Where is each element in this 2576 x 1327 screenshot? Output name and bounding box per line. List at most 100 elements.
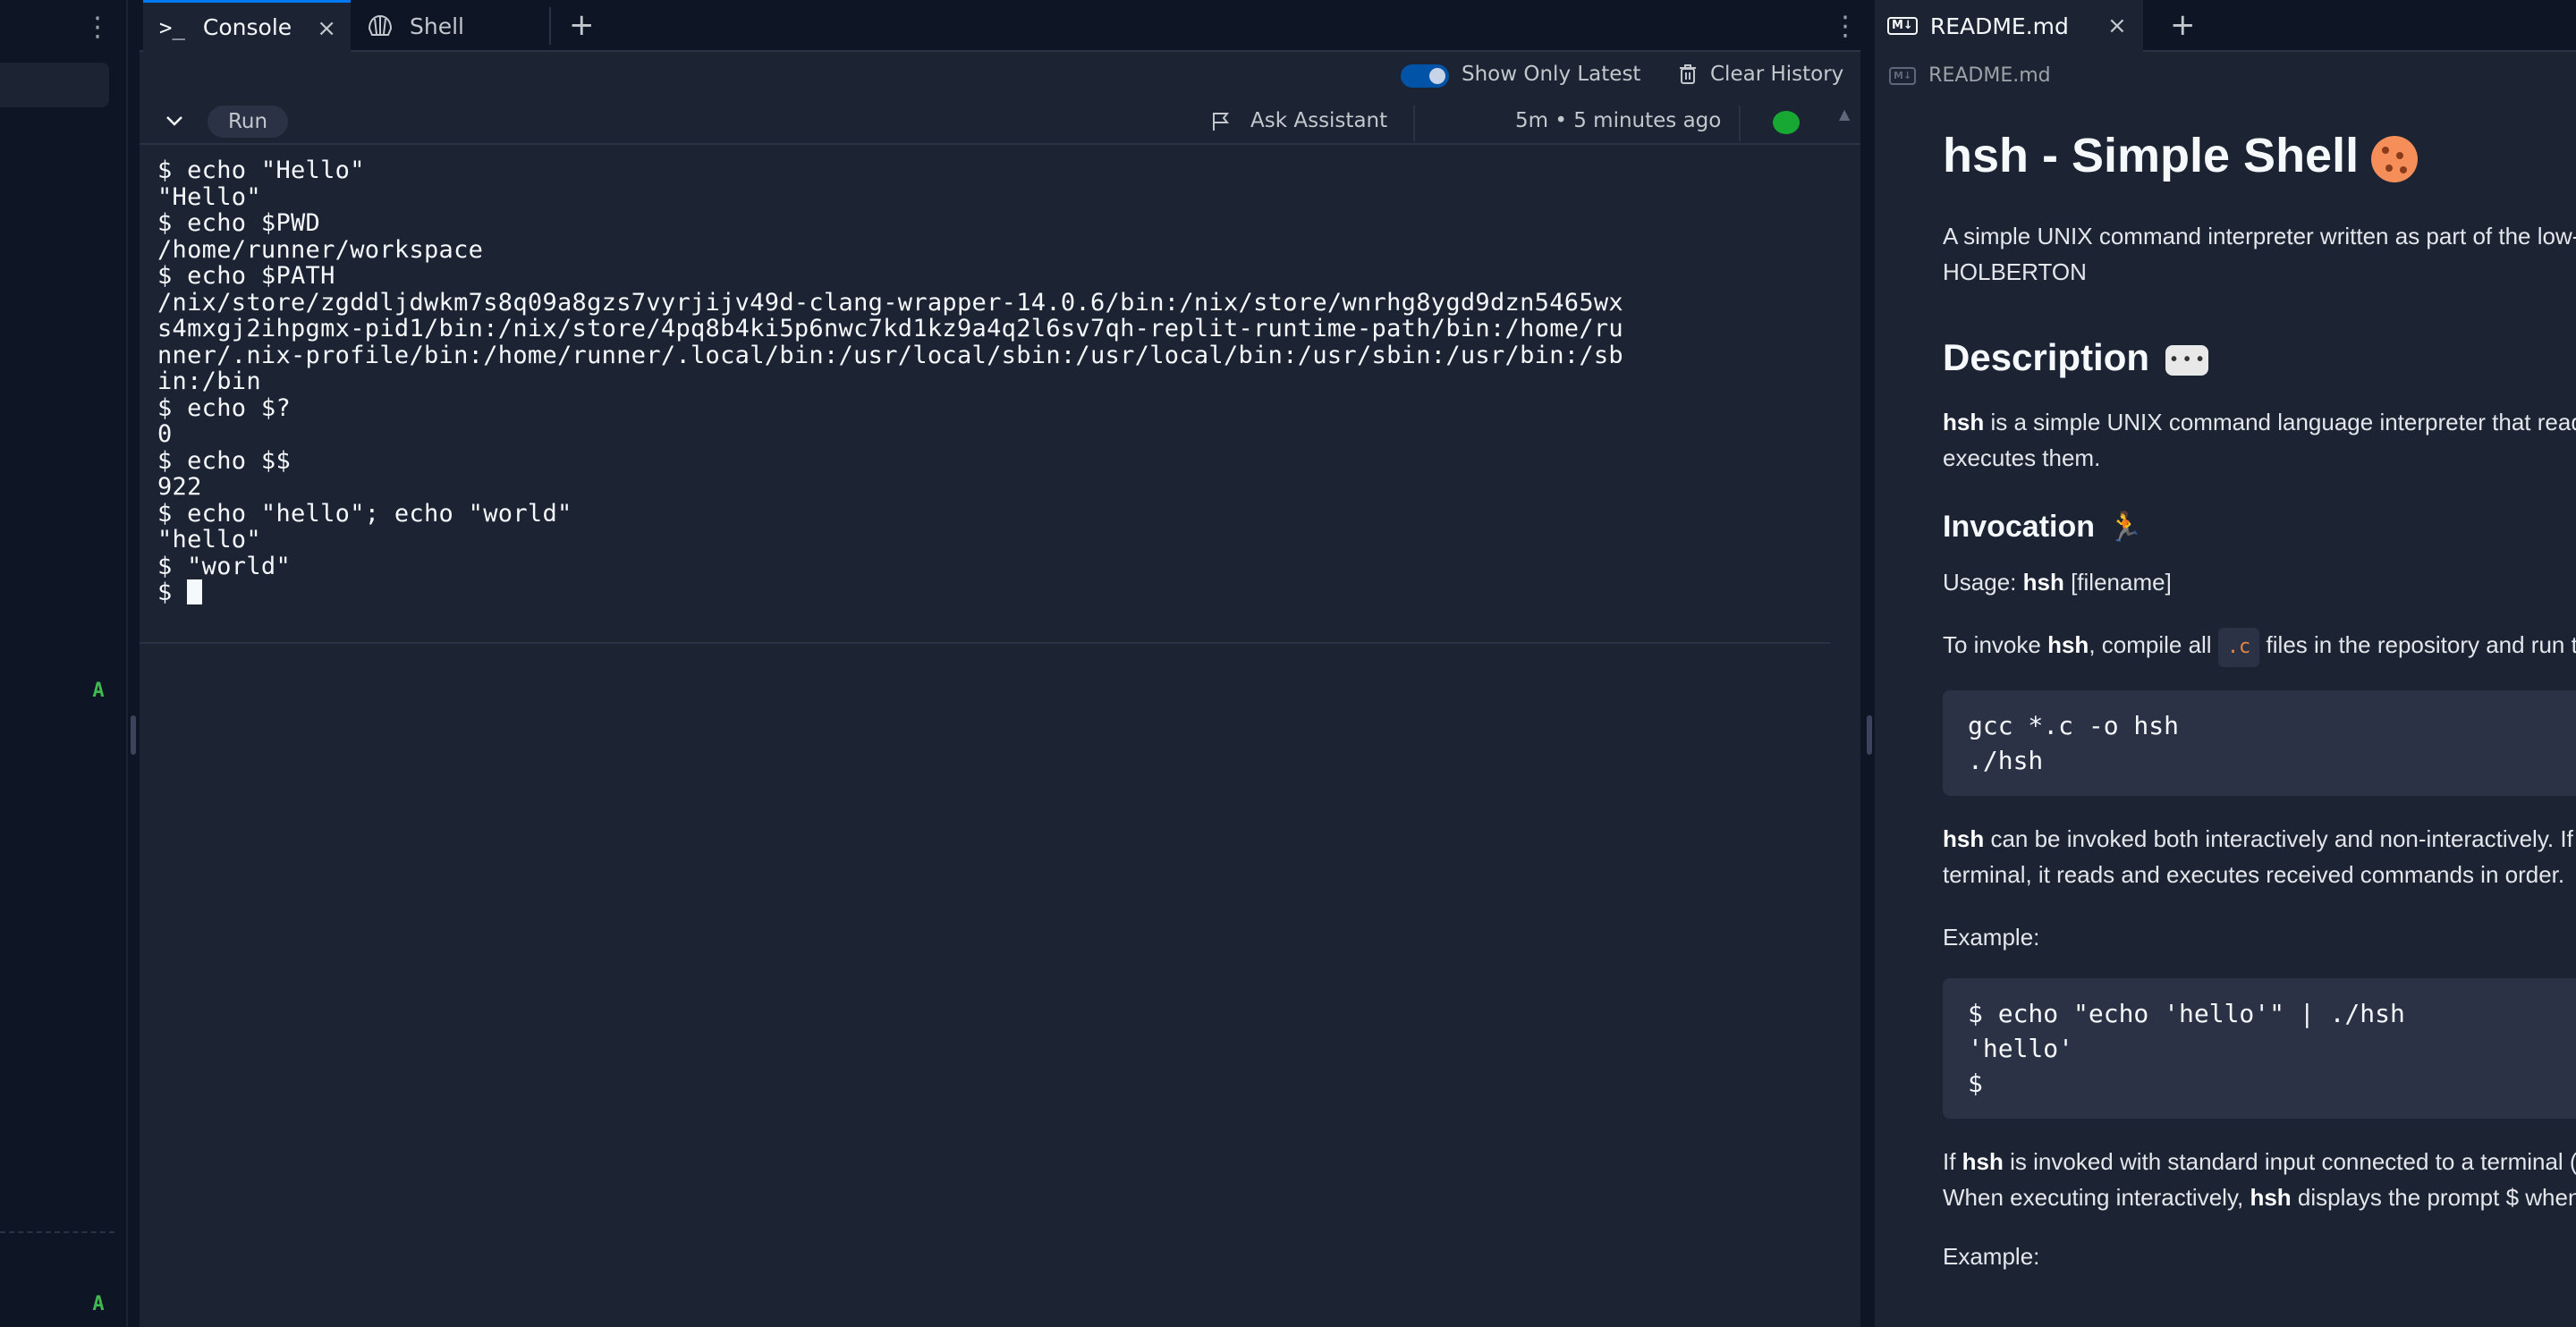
- console-line: $ echo $$: [157, 446, 291, 475]
- show-only-latest-toggle[interactable]: [1401, 64, 1449, 88]
- console-output[interactable]: $ echo "Hello" "Hello" $ echo $PWD/home/ru…: [157, 157, 1839, 579]
- readme-content: hsh - Simple Shell A simple UNIX command…: [1943, 114, 2576, 1274]
- code-block[interactable]: gcc *.c -o hsh ./hsh: [1943, 690, 2576, 796]
- console-line: $ "world": [157, 552, 291, 580]
- markdown-icon: M↓: [1887, 17, 1918, 35]
- paragraph-text: is invoked with standard input connected…: [2010, 1148, 2576, 1175]
- readme-pane: M↓ README.md × + M↓ README.md hsh - Simp…: [1875, 0, 2576, 1327]
- modes-paragraph: hsh can be invoked both interactively an…: [1943, 821, 2576, 892]
- console-line: 0: [157, 420, 173, 448]
- run-bar-divider: [1739, 106, 1741, 141]
- paragraph-text: is a simple UNIX command language interp…: [1990, 409, 2576, 435]
- file-tree-strip: ⋮ A A: [0, 0, 128, 1327]
- console-line: $ echo $?: [157, 393, 291, 422]
- running-person-icon: 🏃: [2107, 511, 2143, 543]
- pane-resize-handle[interactable]: [131, 715, 136, 755]
- readme-intro: A simple UNIX command interpreter writte…: [1943, 218, 2576, 290]
- selected-file-row[interactable]: [0, 63, 109, 107]
- bold-text: hsh: [1943, 825, 1985, 852]
- code-line: 'hello': [1968, 1034, 2074, 1063]
- tab-label: Shell: [410, 13, 464, 39]
- tree-divider: [0, 1231, 114, 1233]
- trash-icon[interactable]: [1678, 63, 1698, 86]
- invoke-line: To invoke hsh, compile all .c files in t…: [1943, 627, 2576, 667]
- breadcrumb: M↓ README.md: [1889, 64, 2051, 87]
- pane-resize-handle[interactable]: [1867, 715, 1872, 755]
- run-bar: Run Ask Assistant 5m • 5 minutes ago ▲: [140, 98, 1860, 145]
- code-line: gcc *.c -o hsh: [1968, 711, 2180, 740]
- description-heading: Description: [1943, 336, 2576, 379]
- console-prompt-line[interactable]: $: [157, 579, 1839, 606]
- paragraph-text: , compile all: [2089, 631, 2218, 658]
- git-added-badge: A: [92, 680, 105, 702]
- markdown-icon: M↓: [1889, 66, 1917, 85]
- ask-assistant-icon[interactable]: [1209, 110, 1233, 133]
- paragraph-text: [filename]: [2063, 569, 2172, 596]
- example-label: Example:: [1943, 924, 2040, 951]
- interactive-paragraph: If hsh is invoked with standard input co…: [1943, 1144, 2576, 1215]
- inline-code: .c: [2217, 628, 2260, 667]
- bold-text: hsh: [2047, 631, 2089, 658]
- add-tab-icon[interactable]: +: [569, 7, 595, 43]
- ask-assistant-button[interactable]: Ask Assistant: [1250, 109, 1387, 132]
- run-bar-divider: [1413, 106, 1415, 141]
- console-line: 922: [157, 473, 202, 501]
- console-line: "Hello": [157, 182, 261, 211]
- text-cursor: [187, 579, 203, 604]
- bold-text: hsh: [1962, 1148, 2004, 1175]
- bold-text: hsh: [2022, 569, 2064, 596]
- bold-text: hsh: [2250, 1184, 2292, 1211]
- readme-tab-bar: M↓ README.md × +: [1875, 0, 2576, 52]
- heading-text: Invocation: [1943, 510, 2096, 544]
- scroll-up-icon[interactable]: ▲: [1839, 106, 1850, 123]
- run-button[interactable]: Run: [208, 106, 288, 138]
- tab-shell[interactable]: Shell: [351, 0, 547, 52]
- console-line: $ echo $PWD: [157, 209, 321, 237]
- paragraph-text: files in the repository and run the resu…: [2266, 631, 2576, 658]
- example-label: Example:: [1943, 1243, 2040, 1270]
- workspace: ⋮ A A >_ Console × Shell + ⋮ Show Only L…: [0, 0, 2576, 1327]
- paragraph-text: terminal, it reads and executes received…: [1943, 861, 2565, 888]
- clear-history-button[interactable]: Clear History: [1710, 63, 1843, 86]
- console-menu-icon[interactable]: ⋮: [1832, 11, 1859, 42]
- bold-text: hsh: [1943, 409, 1985, 435]
- code-line: $ echo "echo 'hello'" | ./hsh: [1968, 999, 2405, 1028]
- shell-icon: [368, 14, 393, 36]
- console-line: /home/runner/workspace: [157, 235, 484, 264]
- paragraph-text: can be invoked both interactively and no…: [1990, 825, 2576, 852]
- code-block[interactable]: $ echo "echo 'hello'" | ./hsh 'hello' $: [1943, 978, 2576, 1119]
- tab-console[interactable]: >_ Console ×: [143, 0, 351, 52]
- breadcrumb-file[interactable]: README.md: [1928, 64, 2050, 87]
- paragraph-text: To invoke: [1943, 631, 2048, 658]
- console-line: $ echo "Hello": [157, 156, 365, 184]
- paragraph-text: executes them.: [1943, 444, 2101, 471]
- code-line: ./hsh: [1968, 746, 2044, 775]
- paragraph-text: When executing interactively,: [1943, 1184, 2250, 1211]
- console-tab-bar: >_ Console × Shell + ⋮: [140, 0, 1860, 52]
- file-tree-menu-icon[interactable]: ⋮: [84, 14, 111, 45]
- console-line: nner/.nix-profile/bin:/home/runner/.loca…: [157, 341, 1623, 369]
- readme-title-text: hsh - Simple Shell: [1943, 129, 2360, 182]
- git-added-badge: A: [92, 1293, 105, 1315]
- tab-readme[interactable]: M↓ README.md ×: [1875, 0, 2143, 52]
- code-line: $: [1968, 1069, 1983, 1098]
- console-line: /nix/store/zgddljdwkm7s8q09a8gzs7vyrjijv…: [157, 288, 1623, 317]
- console-line: "hello": [157, 526, 261, 554]
- usage-line: Usage: hsh [filename]: [1943, 564, 2576, 600]
- intro-text: HOLBERTON: [1943, 258, 2087, 285]
- console-pane: >_ Console × Shell + ⋮ Show Only Latest: [140, 0, 1860, 1327]
- add-tab-icon[interactable]: +: [2170, 7, 2196, 43]
- paragraph-text: Usage:: [1943, 569, 2023, 596]
- readme-title: hsh - Simple Shell: [1943, 114, 2576, 197]
- chevron-down-icon[interactable]: [163, 109, 186, 132]
- tab-label: Console: [202, 14, 292, 40]
- run-duration: 5m • 5 minutes ago: [1515, 109, 1722, 132]
- close-tab-icon[interactable]: ×: [2107, 13, 2127, 39]
- console-line: s4mxgj2ihpgmx-pid1/bin:/nix/store/4pq8b4…: [157, 315, 1623, 342]
- cookie-emoji-icon: [2371, 135, 2419, 182]
- console-toolbar: Show Only Latest Clear History: [140, 52, 1860, 98]
- invocation-heading: Invocation 🏃: [1943, 510, 2576, 545]
- run-status-indicator: [1773, 111, 1800, 134]
- close-tab-icon[interactable]: ×: [317, 15, 336, 42]
- terminal-prompt-icon: >_: [159, 14, 185, 40]
